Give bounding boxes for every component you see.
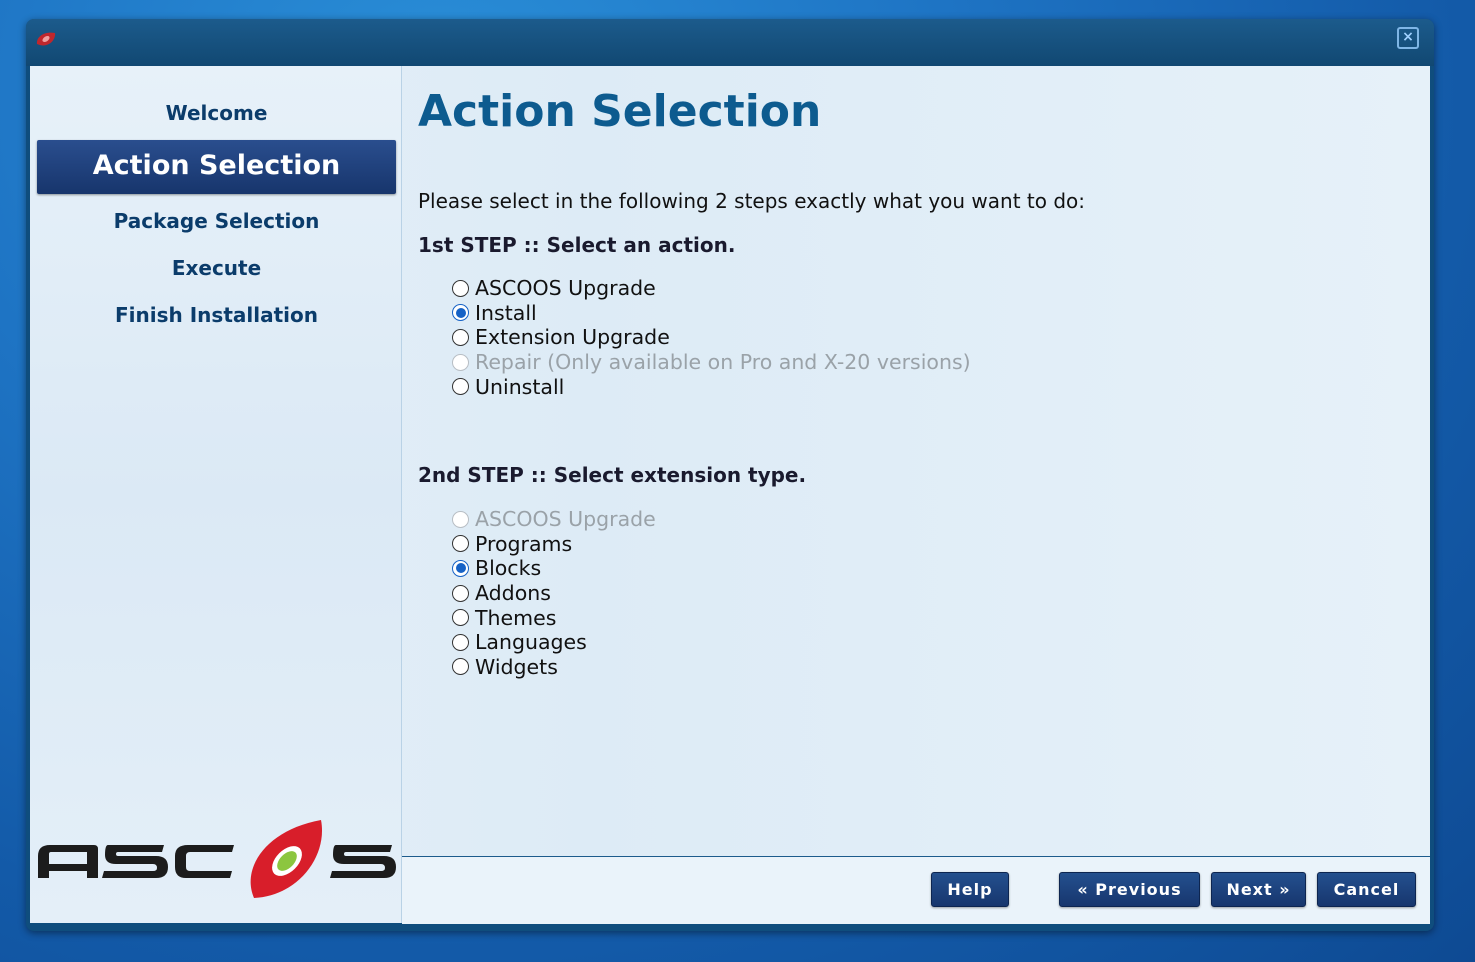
- step2-heading: 2nd STEP :: Select extension type.: [418, 463, 807, 487]
- action-option-repair: Repair (Only available on Pro and X-20 v…: [452, 350, 971, 375]
- radio-button[interactable]: [452, 535, 469, 553]
- next-button[interactable]: Next »: [1211, 872, 1306, 907]
- main-content: Action Selection Please select in the fo…: [402, 66, 1430, 924]
- installer-window: × Welcome Action Selection Package Selec…: [26, 19, 1434, 931]
- radio-button-disabled: [452, 353, 469, 371]
- app-logo-icon: [36, 32, 56, 46]
- type-option-addons[interactable]: Addons: [452, 581, 656, 606]
- cancel-button[interactable]: Cancel: [1317, 872, 1416, 907]
- sidebar-item-action-selection[interactable]: Action Selection: [37, 140, 396, 194]
- button-bar: Help « Previous Next » Cancel: [402, 856, 1430, 924]
- title-bar[interactable]: ×: [26, 19, 1434, 66]
- option-label: Uninstall: [475, 374, 565, 399]
- sidebar-item-execute[interactable]: Execute: [37, 256, 396, 280]
- extension-type-radio-group: ASCOOS Upgrade Programs Blocks Addons Th…: [452, 507, 656, 679]
- option-label: Addons: [475, 581, 551, 606]
- close-button[interactable]: ×: [1397, 27, 1419, 49]
- sidebar: Welcome Action Selection Package Selecti…: [30, 66, 402, 923]
- radio-button[interactable]: [452, 378, 469, 396]
- radio-button[interactable]: [452, 633, 469, 651]
- ascoos-logo: [38, 820, 396, 898]
- intro-text: Please select in the following 2 steps e…: [418, 189, 1086, 213]
- radio-button[interactable]: [452, 279, 469, 297]
- option-label: ASCOOS Upgrade: [475, 507, 656, 532]
- option-label: Themes: [475, 605, 557, 630]
- action-option-ascoos-upgrade[interactable]: ASCOOS Upgrade: [452, 276, 971, 301]
- option-label: Blocks: [475, 556, 542, 581]
- sidebar-item-welcome[interactable]: Welcome: [37, 101, 396, 125]
- type-option-widgets[interactable]: Widgets: [452, 655, 656, 680]
- previous-button[interactable]: « Previous: [1059, 872, 1200, 907]
- help-button[interactable]: Help: [931, 872, 1009, 907]
- sidebar-item-finish-installation[interactable]: Finish Installation: [37, 303, 396, 327]
- action-radio-group: ASCOOS Upgrade Install Extension Upgrade…: [452, 276, 971, 399]
- window-body: Welcome Action Selection Package Selecti…: [30, 66, 1430, 924]
- radio-button[interactable]: [452, 328, 469, 346]
- radio-button-selected[interactable]: [452, 559, 469, 577]
- action-option-install[interactable]: Install: [452, 301, 971, 326]
- option-label: Extension Upgrade: [475, 325, 670, 350]
- type-option-languages[interactable]: Languages: [452, 630, 656, 655]
- type-option-programs[interactable]: Programs: [452, 532, 656, 557]
- radio-button-selected[interactable]: [452, 304, 469, 322]
- radio-button[interactable]: [452, 609, 469, 627]
- option-label: ASCOOS Upgrade: [475, 276, 656, 301]
- radio-button-disabled: [452, 510, 469, 528]
- radio-button[interactable]: [452, 584, 469, 602]
- option-label: Install: [475, 300, 537, 325]
- type-option-themes[interactable]: Themes: [452, 605, 656, 630]
- action-option-extension-upgrade[interactable]: Extension Upgrade: [452, 325, 971, 350]
- action-option-uninstall[interactable]: Uninstall: [452, 374, 971, 399]
- sidebar-item-package-selection[interactable]: Package Selection: [37, 209, 396, 233]
- radio-button[interactable]: [452, 658, 469, 676]
- type-option-blocks[interactable]: Blocks: [452, 556, 656, 581]
- type-option-ascoos-upgrade: ASCOOS Upgrade: [452, 507, 656, 532]
- option-label: Programs: [475, 531, 573, 556]
- option-label: Repair (Only available on Pro and X-20 v…: [475, 350, 971, 375]
- page-title: Action Selection: [418, 86, 822, 137]
- option-label: Widgets: [475, 654, 558, 679]
- option-label: Languages: [475, 630, 587, 655]
- step1-heading: 1st STEP :: Select an action.: [418, 233, 736, 257]
